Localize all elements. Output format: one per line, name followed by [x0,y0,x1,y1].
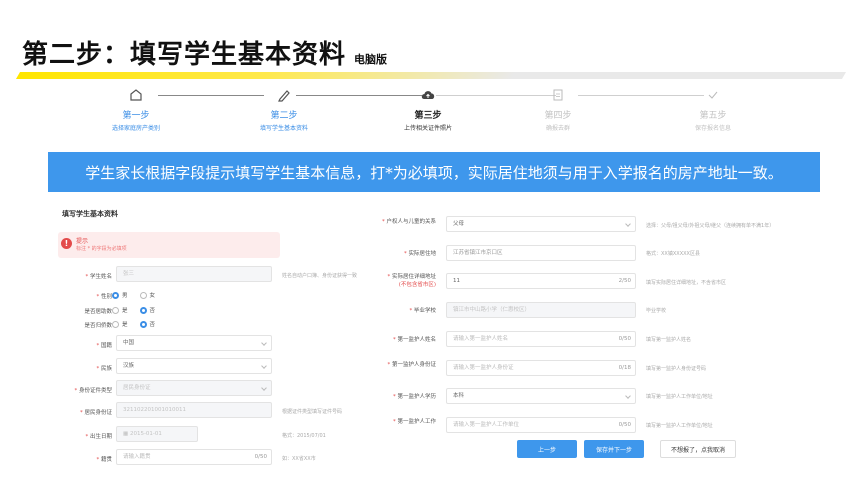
relation-label: * 户权人与儿童的关系 [381,219,436,225]
relation-hint: 选择：父母/祖父母/外祖父母/继父（连续拥有单不满1年） [646,223,775,229]
step-3-title: 第三步 [414,111,442,121]
guardian-edu-select[interactable]: 本科 [446,388,636,404]
gender-male-option[interactable]: 男 [112,291,128,299]
calendar-icon: ▦ [123,431,130,437]
gender-label: * 性别 [96,294,112,300]
tip-text: 标注 * 的字段为必填项 [76,246,127,252]
step-5[interactable]: 第五步 保存报名信息 [653,86,773,132]
form-title: 填写学生基本资料 [62,210,118,218]
returned-no-option[interactable]: 否 [139,320,155,328]
radio[interactable] [112,320,119,328]
address-input[interactable]: 江苏省镇江市京口区 [446,245,636,261]
gender-female-option[interactable]: 女 [139,291,155,299]
chevron-down-icon [261,363,267,369]
guardian-edu-hint: 填写第一监护人工作单位/地址 [646,394,713,400]
prev-step-button[interactable]: 上一步 [517,440,577,458]
ethnic-label: * 民族 [96,366,112,372]
check-icon [653,86,773,104]
relation-select[interactable]: 父母 [446,216,636,232]
radio-checked[interactable] [139,320,147,328]
native-place-input[interactable]: 请输入籍贯 0/50 [116,449,272,465]
id-type-label: * 身份证件类型 [74,388,112,394]
title-underline [15,72,847,79]
name-input[interactable]: 张三 [116,266,272,282]
name-hint: 姓名自动户口簿、身份证获得一致 [282,273,358,279]
slide-title: 第二步：填写学生基本资料 电脑版 [22,34,387,71]
step-2[interactable]: 第二步 填写学生基本资料 [224,86,344,132]
chevron-down-icon [261,385,267,391]
instruction-banner: 学生家长根据字段提示填写学生基本信息，打*为必填项，实际居住地须与用于入学报名的… [48,152,820,192]
gender-radio-group: 男 女 [112,291,167,299]
birth-label: * 出生日期 [85,434,112,440]
resident-label: 是否居助数 [84,309,112,315]
slide-subtitle: 电脑版 [354,53,388,66]
radio[interactable] [112,306,119,314]
address-label: * 实际居住地 [403,251,436,257]
chevron-down-icon [625,393,631,399]
save-next-button[interactable]: 保存并下一步 [584,440,644,458]
birth-hint: 格式：2015/07/01 [282,433,326,439]
school-hint: 毕业学校 [646,308,667,314]
id-type-select[interactable]: 居民身份证 [116,380,272,396]
tip-title: 提示 [76,238,89,245]
alert-icon: ! [61,238,72,249]
guardian-edu-label: * 第一监护人学历 [392,394,436,400]
stepper: 第一步 选择家庭房产类别 第二步 填写学生基本资料 第三步 上传相关证件照片 第… [80,86,780,138]
radio-checked[interactable] [112,291,119,299]
step-2-title: 第二步 [270,111,298,121]
resident-no-option[interactable]: 否 [139,306,155,314]
step-1[interactable]: 第一步 选择家庭房产类别 [76,86,196,132]
slide-title-text: 第二步：填写学生基本资料 [22,40,347,70]
step-3-desc: 上传相关证件照片 [403,125,452,132]
tip-box: ! 提示 标注 * 的字段为必填项 [58,232,280,258]
nationality-label: * 国籍 [96,343,112,349]
step-1-title: 第一步 [122,111,150,121]
chevron-down-icon [261,340,267,346]
guardian-name-label: * 第一监护人姓名 [392,337,436,343]
step-3[interactable]: 第三步 上传相关证件照片 [368,86,488,132]
guardian-work-label: * 第一监护人工作 [392,419,436,425]
native-place-label: * 籍贯 [96,457,112,463]
resident-yes-option[interactable]: 是 [112,306,128,314]
returned-radio-group: 是 否 [112,320,167,328]
guardian-name-hint: 填写第一监护人姓名 [646,337,692,343]
step-1-desc: 选择家庭房产类别 [111,125,160,132]
guardian-id-label: * 第一监护人身份证 [387,362,436,368]
step-5-title: 第五步 [699,111,727,121]
name-label: * 学生姓名 [85,274,112,280]
guardian-work-input[interactable]: 请输入第一监护人工作单位 0/50 [446,417,636,433]
step-4-title: 第四步 [544,111,572,121]
step-4-desc: 确报去群 [545,125,570,132]
id-number-label: * 居民身份证 [79,410,112,416]
guardian-work-hint: 填写第一监护人工作单位/地址 [646,423,713,429]
detail-address-input[interactable]: 11 2/50 [446,273,636,289]
id-number-input[interactable]: 321102201001010011 [116,402,272,418]
step-4[interactable]: 第四步 确报去群 [498,86,618,132]
cancel-registration-button[interactable]: 不想报了，点我取消 [660,440,736,458]
step-5-desc: 保存报名信息 [694,125,731,132]
detail-address-hint: 填写实际居住详细地址，不含省市区 [646,280,727,286]
address-hint: 格式：XX镇XXXXX区县 [646,251,700,257]
native-place-hint: 如：XX省XX市 [282,456,316,462]
chevron-down-icon [625,221,631,227]
guardian-name-input[interactable]: 请输入第一监护人姓名 0/50 [446,331,636,347]
resident-radio-group: 是 否 [112,306,167,314]
school-label: * 毕业学校 [409,308,436,314]
radio[interactable] [139,291,147,299]
radio-checked[interactable] [139,306,147,314]
nationality-select[interactable]: 中国 [116,335,272,351]
guardian-id-input[interactable]: 请输入第一监护人身份证 0/18 [446,360,636,376]
returned-label: 是否归侨数 [84,323,112,329]
step-2-desc: 填写学生基本资料 [259,125,308,132]
ethnic-select[interactable]: 汉族 [116,358,272,374]
id-number-hint: 根据证件类型填写证件号码 [282,409,343,415]
school-input[interactable]: 镇江市中山路小学（仁惠校区） [446,302,636,318]
detail-address-label: * 实际居住详细地址 (不包含省市区) [387,274,436,288]
returned-yes-option[interactable]: 是 [112,320,128,328]
birth-date-input[interactable]: ▦ 2015-01-01 [116,426,198,442]
guardian-id-hint: 填写第一监护人身份证号码 [646,366,707,372]
